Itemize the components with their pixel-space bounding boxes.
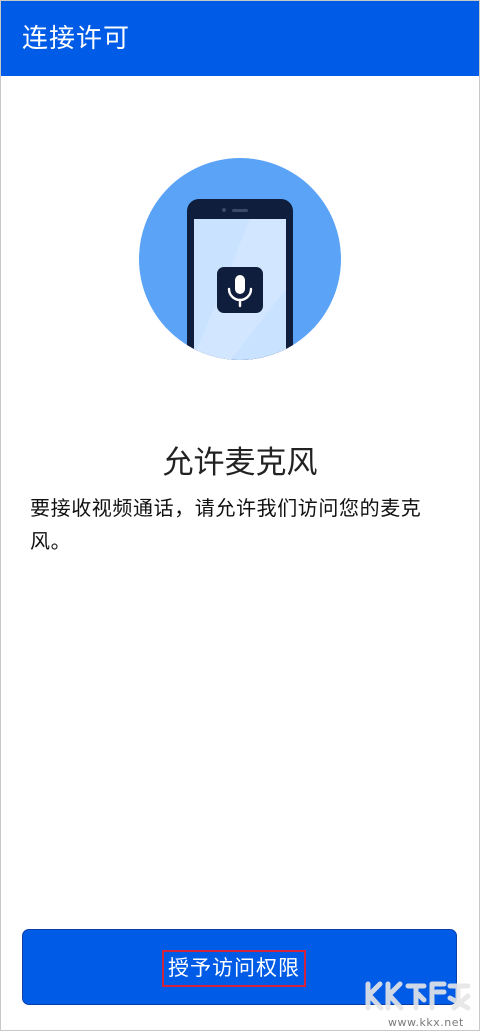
grant-access-label[interactable]: 授予访问权限 [162, 950, 306, 987]
phone-speaker [232, 209, 248, 212]
permission-description: 要接收视频通话，请允许我们访问您的麦克风。 [30, 496, 422, 553]
watermark-logo [362, 976, 474, 1014]
microphone-icon [217, 267, 263, 313]
phone-illustration [139, 158, 341, 360]
watermark-url: www.kkx.net [388, 1016, 464, 1029]
page-title: 连接许可 [22, 24, 131, 54]
permission-title: 允许麦克风 [162, 445, 318, 481]
microphone-permission-illustration [138, 157, 342, 361]
